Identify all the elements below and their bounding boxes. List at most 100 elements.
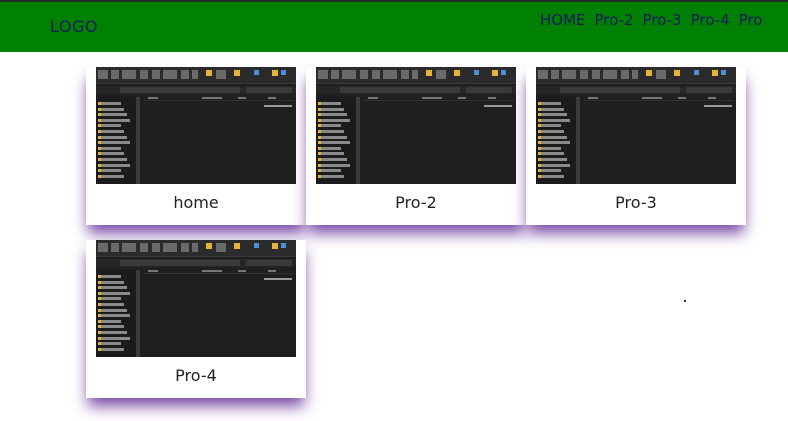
thumb-column-headers (144, 97, 294, 101)
thumb-sidebar-item (101, 336, 130, 340)
thumb-column-header (148, 97, 158, 99)
thumb-address-box (340, 87, 460, 93)
thumb-ribbon-button (412, 70, 418, 79)
thumb-ribbon-button (580, 70, 588, 79)
thumb-sidebar-item (321, 135, 347, 139)
thumb-sidebar-item (321, 169, 341, 173)
thumb-ribbon-icon (474, 70, 479, 75)
thumb-sidebar-item (541, 163, 570, 167)
thumb-sidebar-item (321, 141, 350, 145)
card-home[interactable]: home (86, 67, 306, 225)
thumb-search-box (686, 87, 732, 93)
thumb-ribbon-icon (281, 70, 286, 75)
thumb-sidebar-item (101, 107, 124, 111)
thumb-sidebar-item (101, 135, 127, 139)
thumb-ribbon-button (163, 70, 177, 79)
thumb-folder-icon (492, 70, 498, 76)
thumb-empty-folder-text (704, 105, 732, 107)
thumb-sidebar-item (101, 158, 127, 161)
thumb-folder-icon (454, 70, 460, 76)
thumb-ribbon-button (152, 243, 160, 252)
thumb-sidebar-item (101, 325, 124, 329)
card-thumbnail (96, 240, 296, 357)
thumb-sidebar-item (321, 124, 341, 128)
thumb-sidebar-item (541, 135, 567, 139)
thumb-sidebar-item (101, 163, 130, 167)
thumb-ribbon-button (140, 243, 148, 252)
thumb-sidebar-item (321, 152, 344, 156)
thumb-address-bar (96, 86, 296, 94)
thumb-search-box (466, 87, 512, 93)
thumb-sidebar-item (541, 102, 561, 105)
thumb-ribbon-icon (254, 70, 259, 75)
thumb-ribbon-button (192, 243, 198, 252)
thumb-sidebar-item (321, 163, 350, 167)
thumb-ribbon-icon (501, 70, 506, 75)
card-label: home (173, 193, 219, 212)
thumb-sidebar-item (321, 174, 344, 178)
thumb-folder-icon (234, 70, 240, 76)
thumb-sidebar (96, 97, 140, 184)
thumb-sidebar-item (541, 130, 564, 133)
thumb-ribbon-button (181, 70, 189, 79)
thumb-ribbon (96, 67, 296, 84)
thumb-empty-folder-text (484, 105, 512, 107)
card-label: Pro-2 (395, 193, 437, 212)
thumb-ribbon-button (372, 70, 380, 79)
thumb-ribbon-icon (694, 70, 699, 75)
stray-dot (684, 300, 686, 302)
thumb-sidebar-item (101, 275, 121, 278)
thumb-column-header (708, 97, 716, 99)
thumb-column-headers (584, 97, 734, 101)
thumb-sidebar-item (321, 158, 347, 161)
thumb-folder-icon (426, 70, 432, 76)
card-label: Pro-3 (615, 193, 657, 212)
thumb-address-bar (536, 86, 736, 94)
card-pro-3[interactable]: Pro-3 (526, 67, 746, 225)
thumb-column-header (642, 97, 662, 99)
thumb-sidebar-item (101, 319, 121, 323)
thumb-ribbon-button (122, 70, 136, 79)
nav-links: HOME Pro-2 Pro-3 Pro-4 Pro (540, 11, 762, 29)
thumb-column-header (368, 97, 378, 99)
thumb-column-headers (144, 270, 294, 274)
thumb-ribbon (536, 67, 736, 84)
thumb-ribbon-button (603, 70, 617, 79)
thumb-sidebar-item (101, 152, 124, 156)
thumb-address-bar (96, 259, 296, 267)
thumb-sidebar-item (541, 169, 561, 173)
thumb-sidebar-item (101, 280, 124, 284)
thumb-address-box (560, 87, 680, 93)
thumb-ribbon-button (342, 70, 356, 79)
thumb-column-header (268, 270, 276, 272)
thumb-column-header (488, 97, 496, 99)
thumb-sidebar-item (541, 152, 564, 156)
nav-link-pro-2[interactable]: Pro-2 (595, 11, 634, 29)
thumb-sidebar-item (321, 146, 341, 150)
nav-link-pro[interactable]: Pro (739, 11, 763, 29)
nav-link-pro-3[interactable]: Pro-3 (643, 11, 682, 29)
card-thumbnail (96, 67, 296, 184)
thumb-ribbon (316, 67, 516, 84)
thumb-column-header (148, 270, 158, 272)
thumb-sidebar-item (321, 118, 350, 122)
thumb-folder-icon (712, 70, 718, 76)
card-pro-4[interactable]: Pro-4 (86, 240, 306, 398)
thumb-sidebar-item (541, 113, 567, 117)
thumb-ribbon-button (111, 70, 119, 79)
card-pro-2[interactable]: Pro-2 (306, 67, 526, 225)
logo[interactable]: LOGO (50, 17, 98, 36)
thumb-ribbon-button (551, 70, 559, 79)
nav-link-home[interactable]: HOME (540, 11, 586, 29)
thumb-ribbon-icon (254, 243, 259, 248)
nav-link-pro-4[interactable]: Pro-4 (691, 11, 730, 29)
thumb-folder-icon (206, 70, 212, 76)
thumb-column-header (678, 97, 686, 99)
thumb-column-headers (364, 97, 514, 101)
thumb-sidebar-item (101, 308, 127, 312)
thumb-sidebar-item (541, 158, 567, 161)
thumb-folder-icon (674, 70, 680, 76)
thumb-folder-icon (234, 243, 240, 249)
thumb-ribbon-button (140, 70, 148, 79)
thumb-ribbon-button (318, 70, 328, 79)
